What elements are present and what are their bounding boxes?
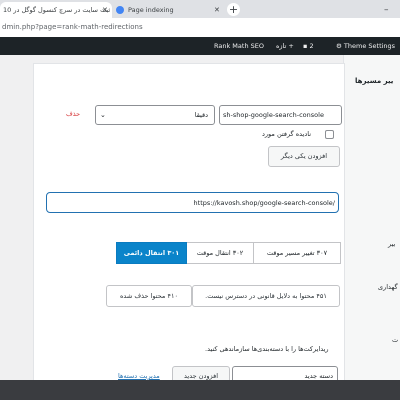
theme-settings-menu[interactable]: ⚙ Theme Settings xyxy=(336,37,395,55)
globe-icon xyxy=(116,6,124,14)
match-type-value: دقیقا xyxy=(194,111,208,119)
add-another-button[interactable]: افزودن یکی دیگر xyxy=(268,146,340,167)
side-label: ت xyxy=(392,336,399,344)
manage-categories-link[interactable]: مدیریت دسته‌ها xyxy=(118,372,160,380)
redirect-type-302[interactable]: ۳۰۲ انتقال موقت xyxy=(186,242,254,264)
browser-tab[interactable]: Page indexing xyxy=(114,2,226,18)
categories-help-text: ریدایرکت‌ها را با دسته‌بندی‌ها سازماندهی… xyxy=(205,345,329,353)
plus-icon: + xyxy=(288,42,294,50)
side-label: گهداری xyxy=(378,283,398,291)
section-title: ییر مسیرها xyxy=(355,77,394,85)
new-content-menu[interactable]: تازه + xyxy=(276,37,294,55)
comments-menu[interactable]: ▪ 2 xyxy=(303,37,314,55)
new-tab-button[interactable]: + xyxy=(227,3,240,16)
tab-title: Page indexing xyxy=(128,6,174,14)
ignore-case-label: نادیده گرفتن مورد xyxy=(262,130,312,138)
delete-link[interactable]: حذف xyxy=(66,110,80,118)
side-label-column xyxy=(343,55,400,380)
tab-title: ثبت سایت در سرچ کنسول گوگل در 10 xyxy=(3,6,111,14)
address-bar[interactable]: dmin.php?page=rank-math-redirections xyxy=(0,18,400,38)
close-tab-icon[interactable]: ✕ xyxy=(102,2,108,18)
source-url-input[interactable]: sh-shop-google-search-console xyxy=(219,105,342,125)
rank-math-menu[interactable]: Rank Math SEO xyxy=(214,37,264,55)
chevron-down-icon: ⌄ xyxy=(100,111,106,119)
gear-icon: ⚙ xyxy=(336,42,344,50)
ignore-case-checkbox[interactable] xyxy=(325,130,334,139)
status-451-button[interactable]: ۴۵۱ محتوا به دلایل قانونی در دسترس نیست. xyxy=(192,285,340,307)
url-text: dmin.php?page=rank-math-redirections xyxy=(2,23,143,31)
redirect-type-301[interactable]: ۳۰۱ انتقال دائمی xyxy=(116,242,187,264)
browser-tab-bar: ثبت سایت در سرچ کنسول گوگل در 10 ✕ Page … xyxy=(0,0,400,18)
minimize-icon[interactable]: – xyxy=(384,2,389,18)
status-410-button[interactable]: ۴۱۰ محتوا حذف شده xyxy=(106,285,192,307)
comments-count: 2 xyxy=(309,42,314,50)
taskbar xyxy=(0,380,400,400)
destination-url-input[interactable]: https://kavosh.shop/google-search-consol… xyxy=(46,192,339,213)
close-tab-icon[interactable]: ✕ xyxy=(214,2,220,18)
wp-admin-bar: Rank Math SEO تازه + ▪ 2 ⚙ Theme Setting… xyxy=(0,37,400,55)
side-label: بیر xyxy=(388,240,396,248)
browser-tab-active[interactable]: ثبت سایت در سرچ کنسول گوگل در 10 xyxy=(0,2,112,18)
match-type-select[interactable]: ⌄ دقیقا xyxy=(95,105,215,125)
redirect-type-307[interactable]: ۳۰۷ تغییر مسیر موقت xyxy=(253,242,341,264)
